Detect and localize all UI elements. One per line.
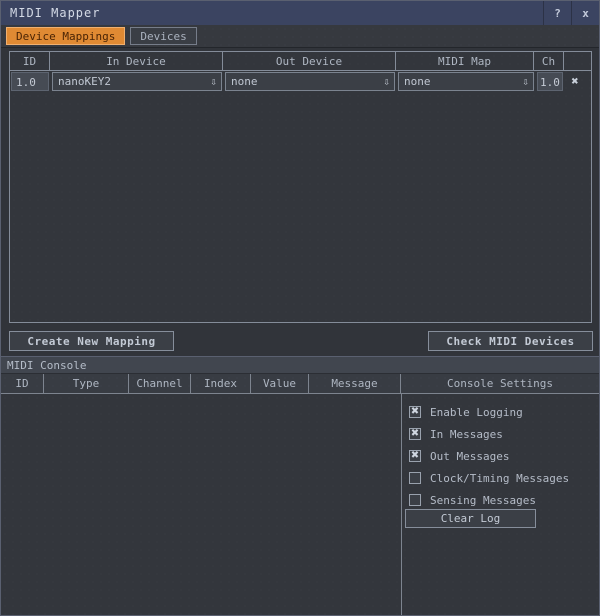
checkbox-icon[interactable] <box>409 494 421 506</box>
checkbox-row-clock-timing-messages[interactable]: Clock/Timing Messages <box>402 467 599 489</box>
column-header-out-device: Out Device <box>223 52 396 70</box>
create-new-mapping-button[interactable]: Create New Mapping <box>9 331 174 351</box>
checkbox-label: Out Messages <box>430 450 509 463</box>
checkbox-icon[interactable] <box>409 472 421 484</box>
console-table-header: ID Type Channel Index Value Message Cons… <box>1 374 599 394</box>
chevron-down-icon: ⇩ <box>379 73 394 90</box>
console-column-value: Value <box>251 374 309 393</box>
in-device-value: nanoKEY2 <box>53 75 206 88</box>
checkbox-label: In Messages <box>430 428 503 441</box>
chevron-down-icon: ⇩ <box>518 73 533 90</box>
close-button[interactable]: x <box>571 1 599 25</box>
in-device-select[interactable]: nanoKEY2 ⇩ <box>52 72 222 91</box>
midi-mapper-window: MIDI Mapper ? x Device Mappings Devices … <box>0 0 600 616</box>
mapping-table-panel: ID In Device Out Device MIDI Map Ch 1.0 … <box>9 51 592 323</box>
midi-map-select[interactable]: none ⇩ <box>398 72 534 91</box>
table-row: 1.0 nanoKEY2 ⇩ none ⇩ none ⇩ 1.0 ✖ <box>10 71 591 91</box>
out-device-value: none <box>226 75 379 88</box>
window-titlebar: MIDI Mapper ? x <box>1 1 599 26</box>
tab-bar: Device Mappings Devices <box>1 25 599 48</box>
column-header-midi-map: MIDI Map <box>396 52 534 70</box>
console-column-message: Message <box>309 374 401 393</box>
checkbox-label: Sensing Messages <box>430 494 536 507</box>
checkbox-icon[interactable]: ✖ <box>409 406 421 418</box>
mapping-table-header: ID In Device Out Device MIDI Map Ch <box>10 52 591 71</box>
console-column-index: Index <box>191 374 251 393</box>
column-header-channel: Ch <box>534 52 564 70</box>
checkbox-icon[interactable]: ✖ <box>409 450 421 462</box>
column-header-actions <box>564 52 591 70</box>
mapping-id-value: 1.0 <box>11 72 49 91</box>
midi-map-value: none <box>399 75 518 88</box>
checkbox-row-enable-logging[interactable]: ✖ Enable Logging <box>402 401 599 423</box>
chevron-down-icon: ⇩ <box>206 73 221 90</box>
clear-log-button[interactable]: Clear Log <box>405 509 536 528</box>
checkbox-label: Clock/Timing Messages <box>430 472 569 485</box>
out-device-select[interactable]: none ⇩ <box>225 72 395 91</box>
console-column-channel: Channel <box>129 374 191 393</box>
console-column-id: ID <box>1 374 44 393</box>
checkbox-icon[interactable]: ✖ <box>409 428 421 440</box>
checkbox-label: Enable Logging <box>430 406 523 419</box>
window-title: MIDI Mapper <box>1 6 543 20</box>
tab-device-mappings[interactable]: Device Mappings <box>6 27 125 45</box>
help-button[interactable]: ? <box>543 1 571 25</box>
console-settings-panel: ✖ Enable Logging ✖ In Messages ✖ Out Mes… <box>402 394 599 511</box>
console-column-type: Type <box>44 374 129 393</box>
checkbox-row-out-messages[interactable]: ✖ Out Messages <box>402 445 599 467</box>
delete-mapping-icon[interactable]: ✖ <box>565 72 585 91</box>
column-header-id: ID <box>10 52 50 70</box>
channel-value[interactable]: 1.0 <box>537 72 563 91</box>
console-column-settings: Console Settings <box>401 374 599 393</box>
column-header-in-device: In Device <box>50 52 223 70</box>
check-midi-devices-button[interactable]: Check MIDI Devices <box>428 331 593 351</box>
midi-console-label: MIDI Console <box>1 356 599 374</box>
checkbox-row-sensing-messages[interactable]: Sensing Messages <box>402 489 599 511</box>
checkbox-row-in-messages[interactable]: ✖ In Messages <box>402 423 599 445</box>
tab-devices[interactable]: Devices <box>130 27 196 45</box>
